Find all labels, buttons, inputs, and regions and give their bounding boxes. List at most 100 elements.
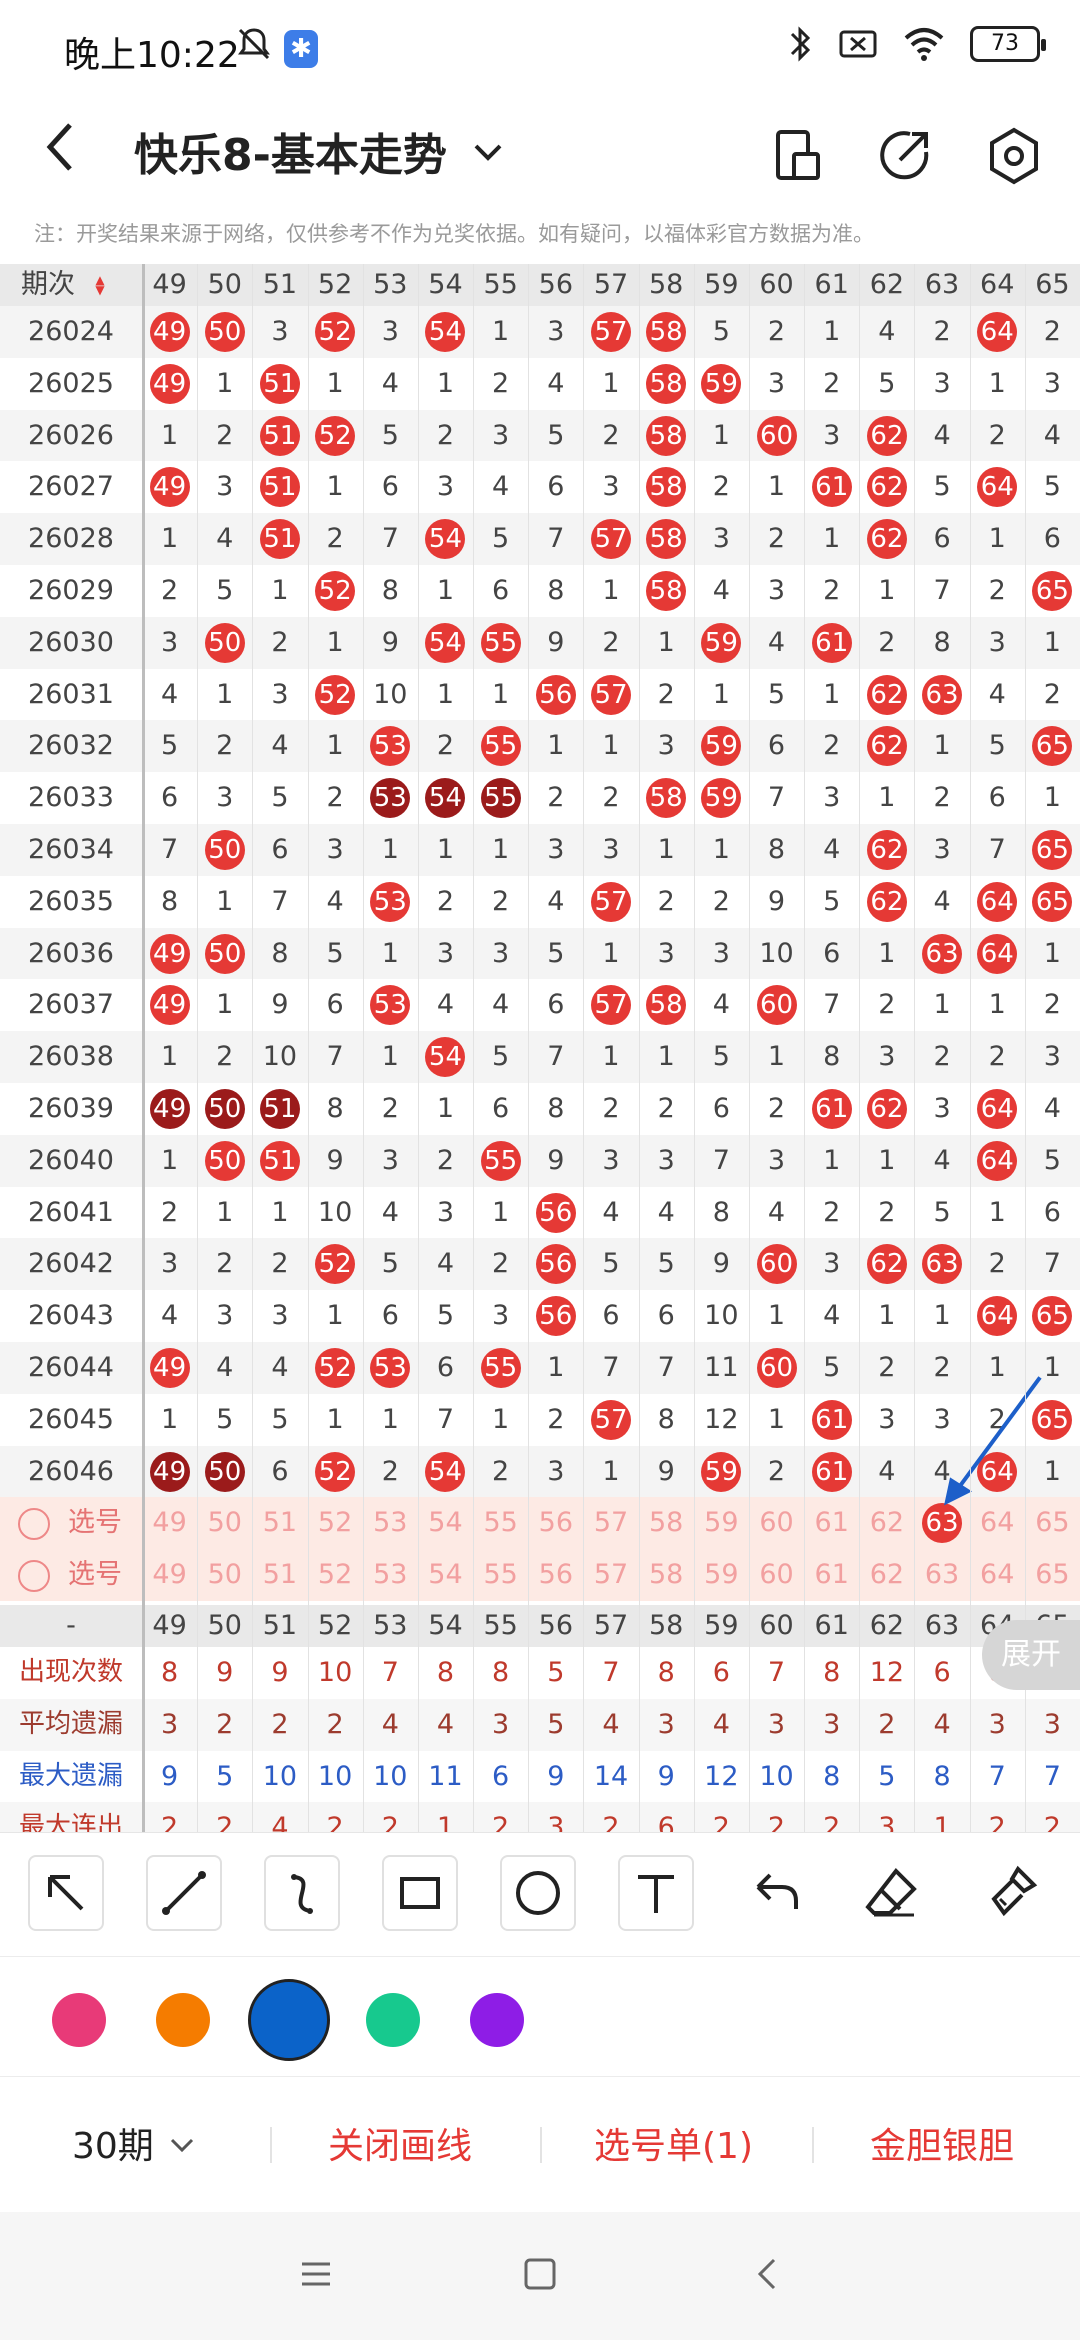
miss-count-cell: 1 xyxy=(216,367,234,399)
select-number-option[interactable]: 60 xyxy=(749,1497,804,1549)
stats-value-cell: 4 xyxy=(712,1708,730,1740)
miss-count-cell: 9 xyxy=(657,1455,675,1487)
golden-silver-button[interactable]: 金胆银胆 xyxy=(870,2117,1014,2169)
rectangle-tool-icon[interactable] xyxy=(382,1855,458,1931)
back-nav-icon[interactable] xyxy=(748,2254,788,2294)
miss-count-cell: 10 xyxy=(262,1041,298,1073)
number-ball: 59 xyxy=(701,726,742,767)
number-ball: 54 xyxy=(425,778,466,819)
number-ball: 62 xyxy=(866,1244,907,1285)
number-ball: 49 xyxy=(149,1451,190,1492)
stats-value-cell: 11 xyxy=(428,1760,463,1792)
color-swatch-green[interactable] xyxy=(366,1993,420,2047)
select-number-option[interactable]: 59 xyxy=(694,1497,749,1549)
settings-icon[interactable] xyxy=(976,118,1052,194)
select-number-option[interactable]: 54 xyxy=(418,1497,473,1549)
miss-count-cell: 3 xyxy=(988,626,1006,658)
chevron-down-icon[interactable] xyxy=(166,2129,198,2161)
select-number-option[interactable]: 62 xyxy=(859,1497,914,1549)
miss-count-cell: 1 xyxy=(436,367,455,399)
number-ball: 52 xyxy=(315,415,356,456)
back-icon[interactable] xyxy=(40,116,100,196)
miss-count-cell: 1 xyxy=(436,1093,455,1124)
select-radio[interactable] xyxy=(18,1560,50,1593)
menu-icon[interactable] xyxy=(296,2254,336,2294)
stats-value-cell: 3 xyxy=(160,1708,179,1740)
select-number-option[interactable]: 64 xyxy=(970,1549,1025,1601)
select-number-option[interactable]: 51 xyxy=(252,1549,307,1601)
select-number-option[interactable]: 64 xyxy=(970,1497,1025,1549)
select-number-option[interactable]: 52 xyxy=(308,1549,363,1601)
select-number-option[interactable]: 65 xyxy=(1025,1549,1080,1601)
miss-count-cell: 1 xyxy=(1043,626,1061,658)
stats-value-cell: 7 xyxy=(988,1760,1006,1792)
selection-list-button[interactable]: 选号单(1) xyxy=(594,2117,753,2169)
miss-count-cell: 1 xyxy=(767,1403,786,1435)
sort-icon[interactable]: ▲▼ xyxy=(79,273,121,293)
select-number-option[interactable]: 63 xyxy=(914,1549,969,1601)
miss-count-cell: 4 xyxy=(216,523,234,555)
undo-tool-icon[interactable] xyxy=(736,1855,812,1931)
color-swatch-orange[interactable] xyxy=(156,1993,210,2047)
select-number-option[interactable]: 53 xyxy=(363,1497,418,1549)
period-select[interactable]: 30期 xyxy=(72,2117,154,2169)
select-number-option[interactable]: 61 xyxy=(804,1497,859,1549)
circle-tool-icon[interactable] xyxy=(500,1855,576,1931)
device-switch-icon[interactable] xyxy=(760,118,836,194)
line-tool-icon[interactable] xyxy=(146,1855,222,1931)
clear-brush-icon[interactable] xyxy=(972,1855,1048,1931)
stats-value-cell: 12 xyxy=(869,1657,905,1688)
select-number-option[interactable]: 62 xyxy=(859,1549,914,1601)
stats-value-cell: 2 xyxy=(326,1708,344,1740)
select-number-option[interactable]: 56 xyxy=(528,1549,583,1601)
select-number-option[interactable]: 65 xyxy=(1025,1497,1080,1549)
miss-count-cell: 1 xyxy=(1043,937,1061,969)
select-number-option[interactable]: 50 xyxy=(197,1497,252,1549)
miss-count-cell: 2 xyxy=(988,1248,1006,1280)
home-icon[interactable] xyxy=(520,2254,560,2294)
miss-count-cell: 3 xyxy=(436,937,455,969)
eraser-tool-icon[interactable] xyxy=(854,1855,930,1931)
select-number-option[interactable]: 57 xyxy=(583,1497,638,1549)
curve-tool-icon[interactable] xyxy=(264,1855,340,1931)
arrow-tool-icon[interactable] xyxy=(28,1855,104,1931)
select-number-option[interactable]: 60 xyxy=(749,1549,804,1601)
select-number-option[interactable]: 55 xyxy=(473,1497,528,1549)
number-ball: 49 xyxy=(149,985,190,1026)
select-number-option[interactable]: 55 xyxy=(473,1549,528,1601)
expand-button[interactable]: 展开 xyxy=(982,1620,1080,1690)
column-divider xyxy=(252,264,254,1834)
select-number-option[interactable]: 49 xyxy=(142,1549,197,1601)
miss-count-cell: 6 xyxy=(326,989,344,1021)
number-ball: 51 xyxy=(259,467,300,508)
color-swatch-purple[interactable] xyxy=(470,1993,524,2047)
select-number-option[interactable]: 61 xyxy=(804,1549,859,1601)
select-number-option[interactable]: 57 xyxy=(583,1549,638,1601)
number-ball: 64 xyxy=(977,933,1018,974)
select-number-option[interactable]: 59 xyxy=(694,1549,749,1601)
share-icon[interactable] xyxy=(866,118,942,194)
stats-value-cell: 9 xyxy=(271,1657,289,1688)
select-number-option[interactable]: 49 xyxy=(142,1497,197,1549)
select-number-option[interactable]: 58 xyxy=(639,1497,694,1549)
select-number-option[interactable]: 56 xyxy=(528,1497,583,1549)
color-swatch-pink[interactable] xyxy=(52,1993,106,2047)
miss-count-cell: 9 xyxy=(271,989,289,1021)
page-title[interactable]: 快乐8-基本走势 xyxy=(134,116,447,196)
number-ball: 49 xyxy=(149,1347,190,1388)
select-number-option[interactable]: 50 xyxy=(197,1549,252,1601)
number-ball: 57 xyxy=(591,881,631,922)
chevron-down-icon[interactable] xyxy=(468,132,508,172)
selected-number-ball[interactable]: 63 xyxy=(922,1503,963,1544)
stats-value-cell: 7 xyxy=(381,1657,399,1688)
select-number-option[interactable]: 52 xyxy=(308,1497,363,1549)
miss-count-cell: 1 xyxy=(823,316,841,347)
close-draw-button[interactable]: 关闭画线 xyxy=(328,2117,472,2169)
select-number-option[interactable]: 53 xyxy=(363,1549,418,1601)
text-tool-icon[interactable] xyxy=(618,1855,694,1931)
select-number-option[interactable]: 58 xyxy=(639,1549,694,1601)
select-number-option[interactable]: 51 xyxy=(252,1497,307,1549)
color-swatch-blue[interactable] xyxy=(248,1979,330,2061)
miss-count-cell: 2 xyxy=(712,885,730,917)
select-number-option[interactable]: 54 xyxy=(418,1549,473,1601)
